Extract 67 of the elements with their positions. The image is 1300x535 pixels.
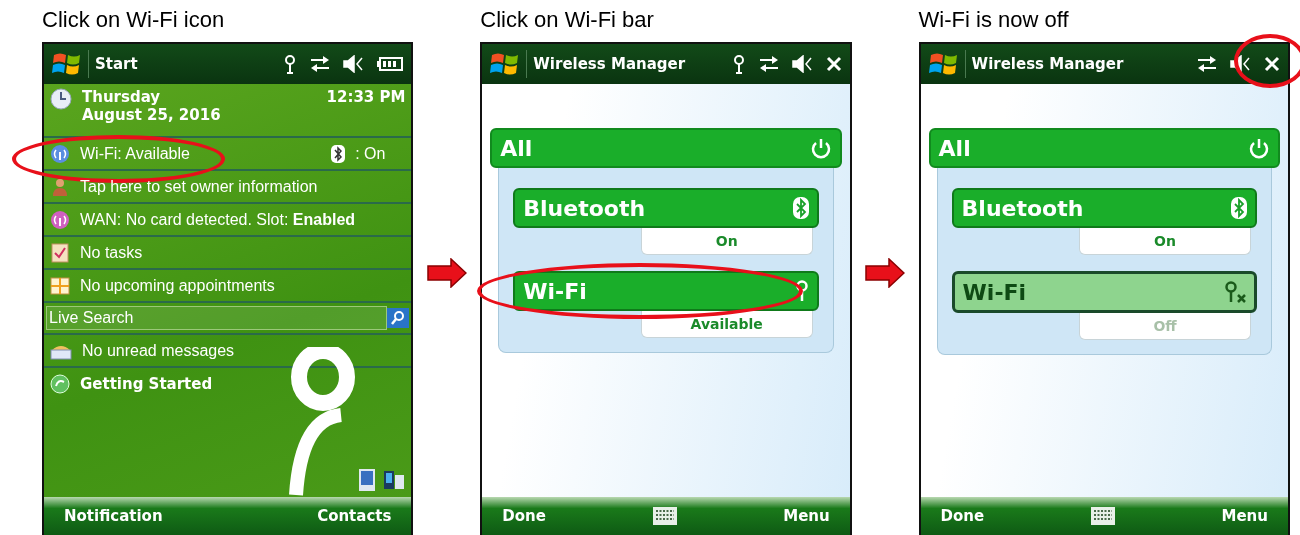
softkey-button[interactable]: Done xyxy=(494,503,554,529)
row-text[interactable]: No upcoming appointments xyxy=(80,276,275,295)
sync-arrows-icon[interactable] xyxy=(309,55,332,73)
time-label: 12:33 PM xyxy=(326,88,406,106)
softkey-button[interactable]: Done xyxy=(932,503,993,529)
checklist-icon[interactable] xyxy=(50,242,70,263)
clock-icon xyxy=(50,88,72,110)
wireless-signal-icon[interactable] xyxy=(50,143,70,164)
softkey-button[interactable]: Contacts xyxy=(309,503,400,529)
close-icon[interactable] xyxy=(1264,56,1280,72)
windows-flag-icon xyxy=(928,51,959,77)
row-text[interactable]: Tap here to set owner information xyxy=(80,177,318,196)
search-field[interactable]: Live Search xyxy=(46,306,388,330)
day-label: Thursday xyxy=(82,88,162,106)
device-toggle-bar[interactable]: Bluetooth xyxy=(513,188,819,228)
power-icon xyxy=(809,137,832,159)
speaker-icon[interactable] xyxy=(343,55,366,73)
device-status: Off xyxy=(1079,313,1251,340)
step-caption: Wi-Fi is now off xyxy=(918,6,1069,34)
device-toggle-bar[interactable]: Bluetooth xyxy=(951,188,1257,228)
device-status: On xyxy=(1079,228,1251,255)
row-text[interactable]: No tasks xyxy=(80,243,143,262)
swirl-icon[interactable] xyxy=(50,374,70,394)
device-status: On xyxy=(640,228,813,255)
softkey-button[interactable]: Notification xyxy=(56,503,171,529)
close-icon[interactable] xyxy=(825,56,842,72)
device-status: Available xyxy=(640,311,813,338)
sync-arrows-icon[interactable] xyxy=(757,55,780,73)
antenna-icon[interactable] xyxy=(731,54,746,74)
windows-flag-icon xyxy=(52,51,82,77)
arrow-icon xyxy=(426,257,467,288)
softkey-button[interactable]: Menu xyxy=(1213,503,1276,529)
window-title: Wireless Manager xyxy=(971,55,1125,73)
bluetooth-icon[interactable] xyxy=(331,144,346,163)
battery-icon[interactable] xyxy=(377,56,404,72)
device-icon[interactable] xyxy=(359,469,376,491)
sync-arrows-icon[interactable] xyxy=(1196,55,1218,73)
date-label: August 25, 2016 xyxy=(82,106,222,124)
search-icon[interactable] xyxy=(387,308,410,328)
row-text[interactable]: No unread messages xyxy=(82,341,235,360)
arrow-icon xyxy=(865,257,906,288)
calendar-icon[interactable] xyxy=(50,275,70,296)
wireless-signal-icon[interactable] xyxy=(50,209,70,230)
power-icon xyxy=(1248,137,1270,159)
bluetooth-icon xyxy=(1231,197,1247,219)
device-toggle-bar[interactable]: Wi-Fi xyxy=(951,271,1257,313)
antenna-icon[interactable] xyxy=(283,54,298,74)
step-caption: Click on Wi-Fi bar xyxy=(480,6,654,34)
window-title: Wireless Manager xyxy=(533,55,687,73)
status-text[interactable]: WAN: No card detected. Slot: Enabled xyxy=(80,210,356,229)
bluetooth-icon xyxy=(792,197,809,219)
sync-devices-icon[interactable] xyxy=(383,469,406,491)
step-caption: Click on Wi-Fi icon xyxy=(42,6,225,34)
device-toggle-bar[interactable]: Wi-Fi xyxy=(513,271,819,311)
windows-flag-icon xyxy=(490,51,521,77)
bluetooth-status[interactable]: : On xyxy=(355,144,386,163)
keyboard-icon[interactable] xyxy=(652,507,677,525)
speaker-icon[interactable] xyxy=(791,55,814,73)
speaker-icon[interactable] xyxy=(1230,55,1252,73)
all-toggle-bar[interactable]: All xyxy=(490,128,842,168)
row-text[interactable]: Getting Started xyxy=(80,375,213,393)
window-title: Start xyxy=(95,55,139,73)
antenna-off-icon xyxy=(1224,281,1246,303)
keyboard-icon[interactable] xyxy=(1090,507,1115,525)
softkey-button[interactable]: Menu xyxy=(775,503,838,529)
row-text[interactable]: Wi-Fi: Available xyxy=(80,144,190,163)
all-toggle-bar[interactable]: All xyxy=(928,128,1280,168)
